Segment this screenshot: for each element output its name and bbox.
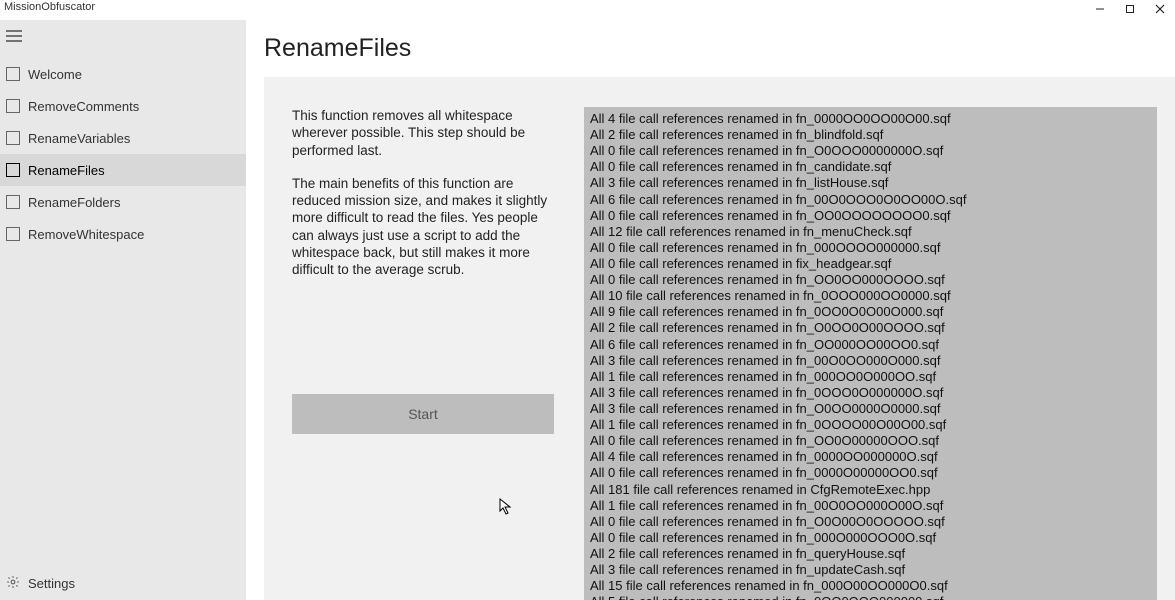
gear-icon — [6, 575, 20, 592]
log-line: All 12 file call references renamed in f… — [590, 224, 1151, 240]
sidebar-item-label: Welcome — [28, 67, 82, 82]
sidebar-item-renamevariables[interactable]: RenameVariables — [0, 122, 246, 154]
log-line: All 0 file call references renamed in fn… — [590, 465, 1151, 481]
sidebar-item-renamefolders[interactable]: RenameFolders — [0, 186, 246, 218]
window-controls — [1085, 1, 1175, 17]
log-line: All 15 file call references renamed in f… — [590, 578, 1151, 594]
checkbox-icon — [6, 163, 20, 177]
log-line: All 3 file call references renamed in fn… — [590, 401, 1151, 417]
sidebar-item-removecomments[interactable]: RemoveComments — [0, 90, 246, 122]
sidebar-item-label: RenameFolders — [28, 195, 121, 210]
page-title: RenameFiles — [264, 34, 1175, 63]
log-line: All 2 file call references renamed in fn… — [590, 127, 1151, 143]
start-button[interactable]: Start — [292, 394, 554, 434]
sidebar-item-label: RenameFiles — [28, 163, 105, 178]
checkbox-icon — [6, 67, 20, 81]
log-line: All 0 file call references renamed in fi… — [590, 256, 1151, 272]
log-line: All 0 file call references renamed in fn… — [590, 530, 1151, 546]
log-line: All 0 file call references renamed in fn… — [590, 272, 1151, 288]
settings-link[interactable]: Settings — [0, 566, 246, 600]
sidebar-item-label: RemoveWhitespace — [28, 227, 144, 242]
log-line: All 2 file call references renamed in fn… — [590, 546, 1151, 562]
main-panel: This function removes all whitespace whe… — [264, 77, 1175, 600]
hamburger-menu-icon[interactable] — [0, 24, 246, 58]
log-line: All 0 file call references renamed in fn… — [590, 514, 1151, 530]
log-line: All 181 file call references renamed in … — [590, 482, 1151, 498]
log-line: All 1 file call references renamed in fn… — [590, 369, 1151, 385]
log-line: All 0 file call references renamed in fn… — [590, 208, 1151, 224]
log-line: All 3 file call references renamed in fn… — [590, 175, 1151, 191]
settings-label: Settings — [28, 576, 75, 591]
checkbox-icon — [6, 99, 20, 113]
sidebar: Welcome RemoveComments RenameVariables Rena… — [0, 20, 246, 600]
log-line: All 5 file call references renamed in fn… — [590, 594, 1151, 600]
log-output: All 4 file call references renamed in fn… — [584, 107, 1157, 600]
log-line: All 3 file call references renamed in fn… — [590, 353, 1151, 369]
log-line: All 1 file call references renamed in fn… — [590, 498, 1151, 514]
sidebar-item-label: RemoveComments — [28, 99, 139, 114]
sidebar-item-label: RenameVariables — [28, 131, 130, 146]
log-line: All 10 file call references renamed in f… — [590, 288, 1151, 304]
log-line: All 3 file call references renamed in fn… — [590, 562, 1151, 578]
log-line: All 3 file call references renamed in fn… — [590, 385, 1151, 401]
sidebar-item-removewhitespace[interactable]: RemoveWhitespace — [0, 218, 246, 250]
checkbox-icon — [6, 131, 20, 145]
description: This function removes all whitespace whe… — [292, 107, 554, 294]
log-line: All 1 file call references renamed in fn… — [590, 417, 1151, 433]
log-line: All 0 file call references renamed in fn… — [590, 159, 1151, 175]
close-button[interactable] — [1145, 1, 1175, 17]
log-line: All 4 file call references renamed in fn… — [590, 111, 1151, 127]
log-line: All 0 file call references renamed in fn… — [590, 240, 1151, 256]
sidebar-item-welcome[interactable]: Welcome — [0, 58, 246, 90]
checkbox-icon — [6, 195, 20, 209]
log-line: All 4 file call references renamed in fn… — [590, 449, 1151, 465]
checkbox-icon — [6, 227, 20, 241]
minimize-button[interactable] — [1085, 1, 1115, 17]
log-line: All 9 file call references renamed in fn… — [590, 304, 1151, 320]
maximize-button[interactable] — [1115, 1, 1145, 17]
log-line: All 0 file call references renamed in fn… — [590, 143, 1151, 159]
log-line: All 0 file call references renamed in fn… — [590, 433, 1151, 449]
log-line: All 6 file call references renamed in fn… — [590, 192, 1151, 208]
app-title: MissionObfuscator — [4, 1, 95, 13]
log-line: All 2 file call references renamed in fn… — [590, 320, 1151, 336]
log-line: All 6 file call references renamed in fn… — [590, 337, 1151, 353]
sidebar-item-renamefiles[interactable]: RenameFiles — [0, 154, 246, 186]
